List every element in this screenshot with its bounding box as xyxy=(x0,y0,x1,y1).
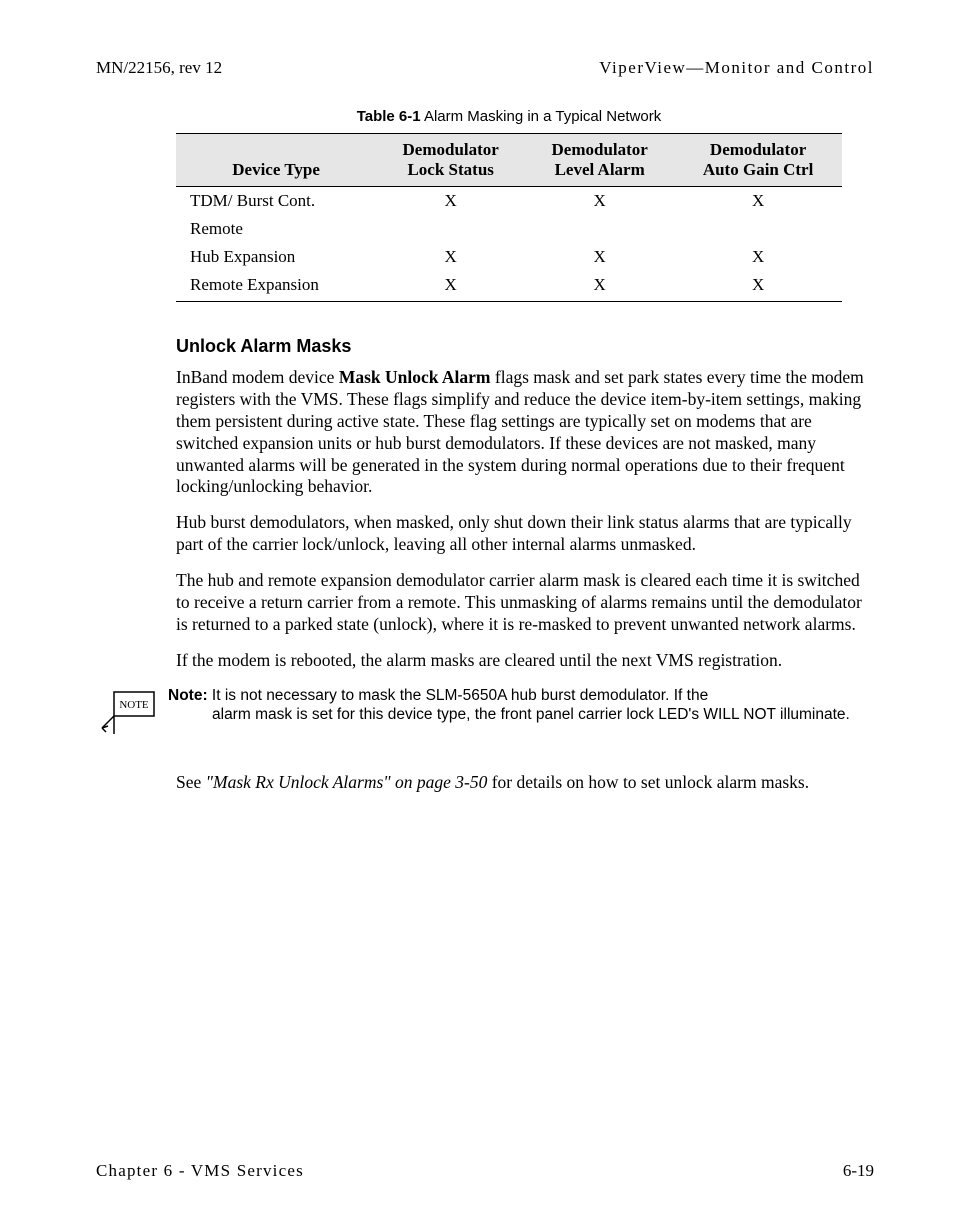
cell-lock xyxy=(376,215,525,243)
note-block: NOTE Note: It is not necessary to mask t… xyxy=(100,686,874,738)
cell-level: X xyxy=(525,271,674,302)
cell-gain: X xyxy=(674,243,842,271)
note-rest: alarm mask is set for this device type, … xyxy=(212,705,850,724)
note-text: Note: It is not necessary to mask the SL… xyxy=(168,686,850,725)
note-first-line: It is not necessary to mask the SLM-5650… xyxy=(208,687,709,704)
cell-lock: X xyxy=(376,271,525,302)
footer-page-number: 6-19 xyxy=(843,1161,874,1181)
cell-level xyxy=(525,215,674,243)
body-paragraph: The hub and remote expansion demodulator… xyxy=(176,570,874,636)
table-row: TDM/ Burst Cont. X X X xyxy=(176,187,842,216)
note-label: Note: xyxy=(168,687,208,704)
table-row: Remote Expansion X X X xyxy=(176,271,842,302)
table-caption-text: Alarm Masking in a Typical Network xyxy=(421,108,662,125)
cell-gain: X xyxy=(674,271,842,302)
table-row: Remote xyxy=(176,215,842,243)
cell-device: Remote Expansion xyxy=(176,271,376,302)
cell-gain: X xyxy=(674,187,842,216)
footer-left: Chapter 6 - VMS Services xyxy=(96,1161,304,1181)
running-footer: Chapter 6 - VMS Services 6-19 xyxy=(96,1161,874,1181)
table-row: Hub Expansion X X X xyxy=(176,243,842,271)
running-header: MN/22156, rev 12 ViperView—Monitor and C… xyxy=(96,58,874,78)
cell-lock: X xyxy=(376,243,525,271)
cell-level: X xyxy=(525,243,674,271)
see-reference: See "Mask Rx Unlock Alarms" on page 3-50… xyxy=(176,772,874,794)
table-caption-label: Table 6-1 xyxy=(357,108,421,125)
cell-level: X xyxy=(525,187,674,216)
header-left: MN/22156, rev 12 xyxy=(96,58,222,78)
body-paragraph: Hub burst demodulators, when masked, onl… xyxy=(176,512,874,556)
cell-gain xyxy=(674,215,842,243)
col-header-lock-status: Demodulator Lock Status xyxy=(376,134,525,187)
col-header-auto-gain: Demodulator Auto Gain Ctrl xyxy=(674,134,842,187)
cross-reference-link[interactable]: "Mask Rx Unlock Alarms" on page 3-50 xyxy=(206,772,488,792)
cell-lock: X xyxy=(376,187,525,216)
body-paragraph: If the modem is rebooted, the alarm mask… xyxy=(176,650,874,672)
table-caption: Table 6-1 Alarm Masking in a Typical Net… xyxy=(176,108,842,125)
note-icon: NOTE xyxy=(100,690,156,738)
cell-device: TDM/ Burst Cont. xyxy=(176,187,376,216)
header-right: ViperView—Monitor and Control xyxy=(599,58,874,78)
svg-text:NOTE: NOTE xyxy=(119,699,149,711)
col-header-level-alarm: Demodulator Level Alarm xyxy=(525,134,674,187)
alarm-masking-table: Device Type Demodulator Lock Status Demo… xyxy=(176,133,842,302)
table-header-row: Device Type Demodulator Lock Status Demo… xyxy=(176,134,842,187)
section-heading: Unlock Alarm Masks xyxy=(176,336,874,357)
body-paragraph: InBand modem device Mask Unlock Alarm fl… xyxy=(176,367,874,498)
col-header-device-type: Device Type xyxy=(176,134,376,187)
cell-device: Remote xyxy=(176,215,376,243)
cell-device: Hub Expansion xyxy=(176,243,376,271)
